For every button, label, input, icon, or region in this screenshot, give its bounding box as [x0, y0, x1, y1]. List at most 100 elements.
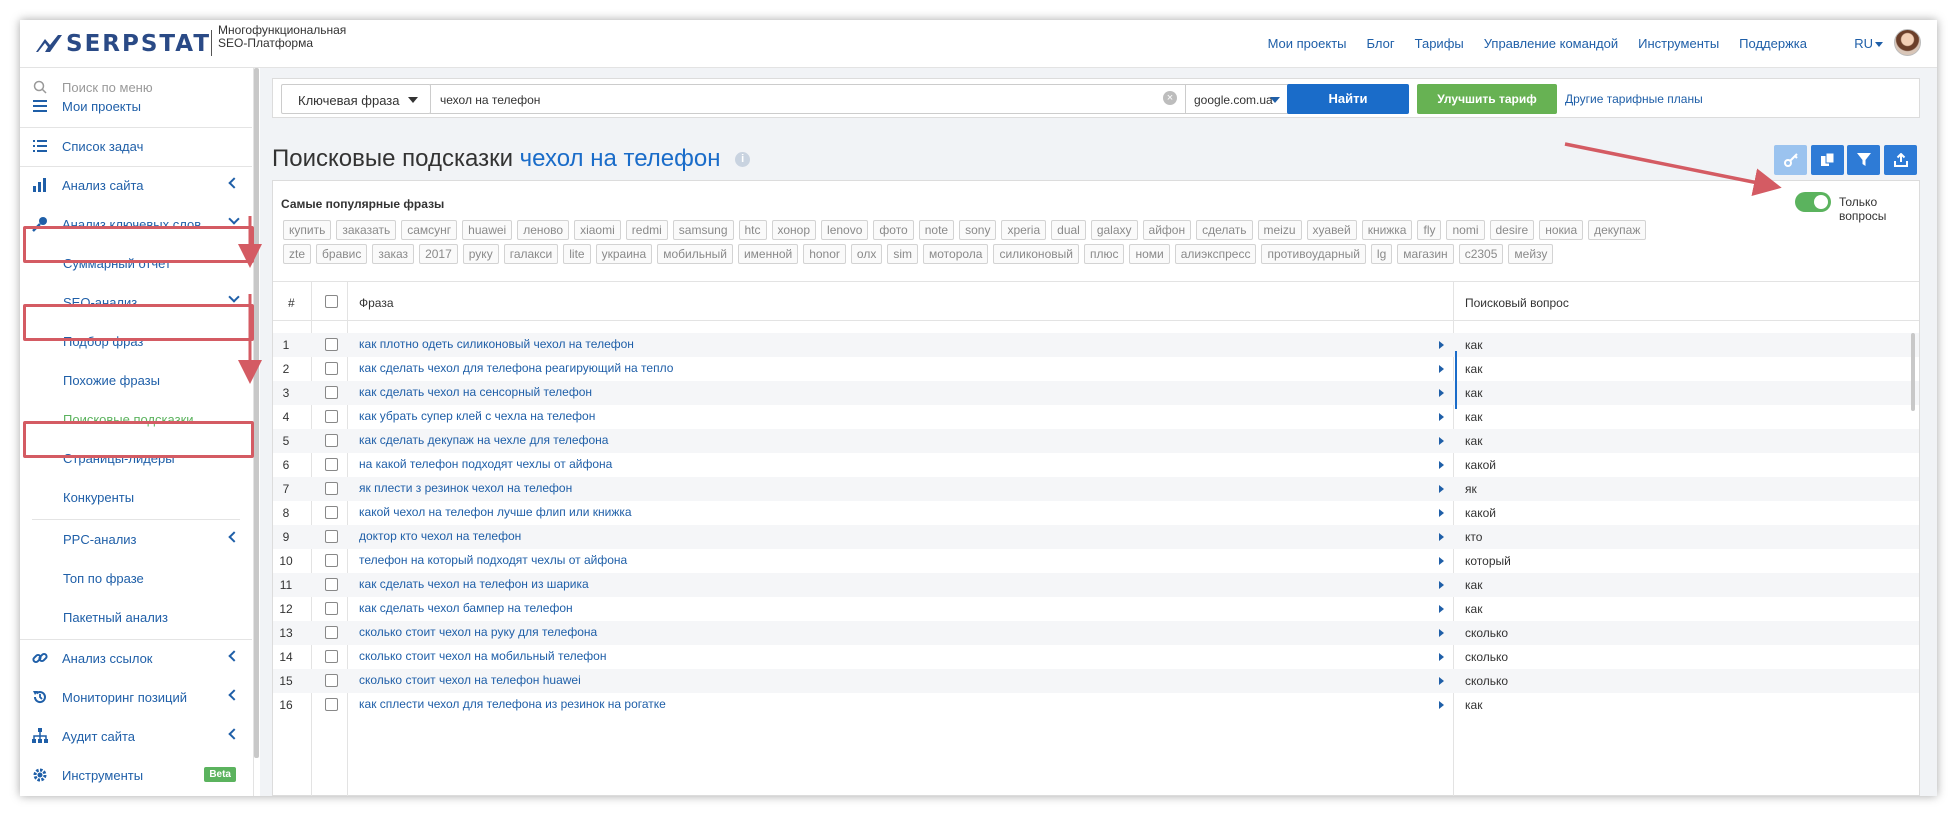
phrase-tag[interactable]: книжка: [1361, 220, 1413, 240]
phrase-tag[interactable]: huawei: [462, 220, 513, 240]
phrase-tag[interactable]: айфон: [1142, 220, 1192, 240]
select-all-checkbox[interactable]: [325, 295, 338, 308]
region-select[interactable]: google.com.ua: [1185, 84, 1289, 114]
phrase-tag[interactable]: руку: [462, 244, 499, 264]
phrase-tag[interactable]: силиконовый: [993, 244, 1079, 264]
phrase-tag[interactable]: моторола: [923, 244, 989, 264]
sidebar-item-tasks[interactable]: Список задач: [20, 127, 252, 165]
phrase-tag[interactable]: 2017: [419, 244, 458, 264]
row-checkbox[interactable]: [325, 626, 338, 639]
sidebar-item-batch-analysis[interactable]: Пакетный анализ: [20, 598, 252, 636]
nav-support[interactable]: Поддержка: [1739, 36, 1807, 51]
expand-arrow-icon[interactable]: [1439, 461, 1444, 469]
phrase-tag[interactable]: sim: [887, 244, 918, 264]
phrase-link[interactable]: как убрать супер клей с чехла на телефон: [359, 409, 595, 423]
phrase-tag[interactable]: galaxy: [1090, 220, 1138, 240]
phrase-tag[interactable]: номи: [1129, 244, 1170, 264]
phrase-tag[interactable]: противоударный: [1261, 244, 1366, 264]
phrase-tag[interactable]: фото: [873, 220, 914, 240]
search-input[interactable]: чехол на телефон: [430, 84, 1186, 114]
row-checkbox[interactable]: [325, 386, 338, 399]
phrase-tag[interactable]: хуавей: [1306, 220, 1357, 240]
sidebar-item-competitors[interactable]: Конкуренты: [20, 478, 252, 516]
phrase-tag[interactable]: декупаж: [1588, 220, 1647, 240]
phrase-tag[interactable]: магазин: [1397, 244, 1454, 264]
row-checkbox[interactable]: [325, 458, 338, 471]
row-checkbox[interactable]: [325, 698, 338, 711]
phrase-link[interactable]: доктор кто чехол на телефон: [359, 529, 521, 543]
phrase-link[interactable]: как сделать чехол бампер на телефон: [359, 601, 573, 615]
phrase-tag[interactable]: сделать: [1196, 220, 1253, 240]
phrase-tag[interactable]: украина: [595, 244, 653, 264]
phrase-tag[interactable]: nomi: [1446, 220, 1485, 240]
only-questions-toggle[interactable]: [1795, 192, 1831, 212]
expand-arrow-icon[interactable]: [1439, 581, 1444, 589]
phrase-tag[interactable]: самсунг: [401, 220, 458, 240]
phrase-tag[interactable]: хонор: [771, 220, 817, 240]
phrase-tag[interactable]: c2305: [1458, 244, 1504, 264]
row-checkbox[interactable]: [325, 338, 338, 351]
phrase-tag[interactable]: honor: [803, 244, 846, 264]
sidebar-item-top-by-phrase[interactable]: Топ по фразе: [20, 559, 252, 597]
phrase-link[interactable]: сколько стоит чехол на руку для телефона: [359, 625, 597, 639]
phrase-tag[interactable]: плюс: [1083, 244, 1125, 264]
row-checkbox[interactable]: [325, 530, 338, 543]
key-button[interactable]: [1774, 145, 1807, 175]
phrase-tag[interactable]: заказать: [336, 220, 397, 240]
phrase-link[interactable]: как сделать декупаж на чехле для телефон…: [359, 433, 608, 447]
row-checkbox[interactable]: [325, 410, 338, 423]
expand-arrow-icon[interactable]: [1439, 485, 1444, 493]
phrase-tag[interactable]: заказ: [372, 244, 415, 264]
nav-tools[interactable]: Инструменты: [1638, 36, 1719, 51]
upgrade-plan-button[interactable]: Улучшить тариф: [1417, 84, 1557, 114]
phrase-link[interactable]: телефон на который подходят чехлы от айф…: [359, 553, 627, 567]
expand-arrow-icon[interactable]: [1439, 413, 1444, 421]
phrase-tag[interactable]: алиэкспресс: [1174, 244, 1257, 264]
copy-button[interactable]: [1811, 145, 1844, 175]
phrase-tag[interactable]: купить: [283, 220, 332, 240]
nav-my-projects[interactable]: Мои проекты: [1268, 36, 1347, 51]
row-checkbox[interactable]: [325, 482, 338, 495]
phrase-tag[interactable]: нокиа: [1539, 220, 1584, 240]
phrase-tag[interactable]: xiaomi: [574, 220, 621, 240]
phrase-tag[interactable]: lenovo: [821, 220, 869, 240]
phrase-tag[interactable]: бравис: [316, 244, 368, 264]
sidebar-scrollbar[interactable]: [254, 68, 259, 758]
phrase-tag[interactable]: галакси: [503, 244, 559, 264]
phrase-tag[interactable]: мобильный: [657, 244, 733, 264]
search-type-select[interactable]: Ключевая фраза: [281, 84, 431, 114]
filter-button[interactable]: [1847, 145, 1880, 175]
phrase-tag[interactable]: redmi: [625, 220, 668, 240]
sidebar-item-similar-phrases[interactable]: Похожие фразы: [20, 361, 252, 399]
row-checkbox[interactable]: [325, 578, 338, 591]
nav-blog[interactable]: Блог: [1367, 36, 1395, 51]
phrase-tag[interactable]: meizu: [1257, 220, 1302, 240]
row-checkbox[interactable]: [325, 602, 338, 615]
expand-arrow-icon[interactable]: [1439, 509, 1444, 517]
phrase-tag[interactable]: xperia: [1001, 220, 1047, 240]
phrase-link[interactable]: как сплести чехол для телефона из резино…: [359, 697, 666, 711]
expand-arrow-icon[interactable]: [1439, 389, 1444, 397]
phrase-link[interactable]: какой чехол на телефон лучше флип или кн…: [359, 505, 632, 519]
phrase-tag[interactable]: htc: [738, 220, 767, 240]
row-checkbox[interactable]: [325, 554, 338, 567]
phrase-tag[interactable]: мейзу: [1508, 244, 1554, 264]
phrase-tag[interactable]: zte: [283, 244, 312, 264]
sidebar-item-site-analysis[interactable]: Анализ сайта: [20, 166, 252, 204]
expand-arrow-icon[interactable]: [1439, 437, 1444, 445]
expand-arrow-icon[interactable]: [1439, 677, 1444, 685]
expand-arrow-icon[interactable]: [1439, 605, 1444, 613]
other-plans-link[interactable]: Другие тарифные планы: [1565, 92, 1703, 106]
phrase-tag[interactable]: lite: [563, 244, 591, 264]
row-checkbox[interactable]: [325, 506, 338, 519]
sidebar-item-ppc-analysis[interactable]: PPC-анализ: [20, 520, 252, 558]
row-checkbox[interactable]: [325, 674, 338, 687]
language-selector[interactable]: RU: [1854, 36, 1883, 51]
nav-team-management[interactable]: Управление командой: [1484, 36, 1618, 51]
expand-arrow-icon[interactable]: [1439, 701, 1444, 709]
clear-icon[interactable]: ×: [1163, 91, 1177, 105]
phrase-tag[interactable]: dual: [1051, 220, 1086, 240]
row-checkbox[interactable]: [325, 434, 338, 447]
phrase-tag[interactable]: олх: [850, 244, 883, 264]
phrase-tag[interactable]: леново: [517, 220, 570, 240]
